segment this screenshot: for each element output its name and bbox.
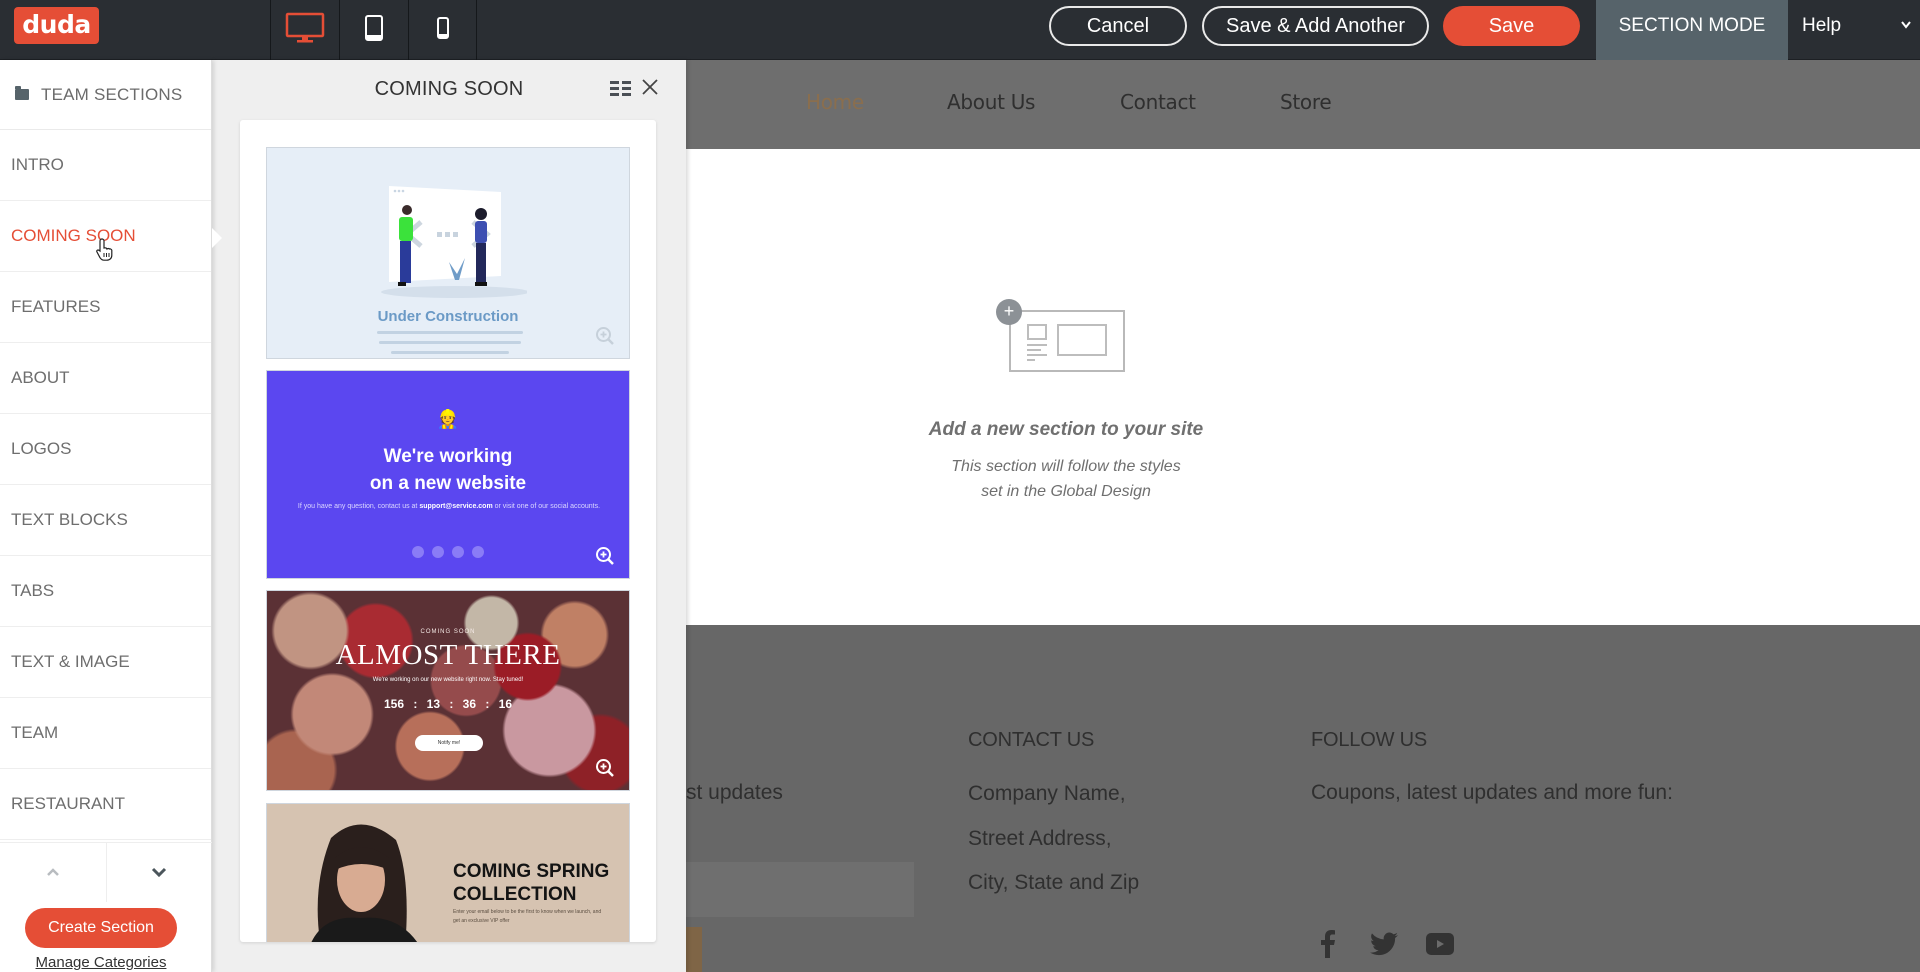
device-switcher (270, 0, 477, 60)
section-thumbnail[interactable]: Under Construction (266, 147, 630, 359)
thumbnail-title: ALMOST THERE (335, 639, 561, 671)
site-navigation: Home About Us Contact Store (686, 60, 1920, 149)
thumbnail-title-line: COMING SPRING (453, 861, 610, 882)
nav-link-home[interactable]: Home (806, 90, 864, 114)
add-section-subtitle-line: set in the Global Design (981, 483, 1151, 500)
save-and-add-another-button[interactable]: Save & Add Another (1202, 6, 1429, 46)
sidebar-item-features[interactable]: FEATURES (0, 272, 211, 343)
add-section-title: Add a new section to your site (928, 419, 1204, 440)
under-construction-illustration (381, 186, 527, 298)
folder-icon (15, 86, 29, 100)
help-menu[interactable]: Help (1788, 0, 1920, 60)
facebook-icon[interactable] (1310, 926, 1346, 962)
save-button[interactable]: Save (1443, 6, 1580, 46)
add-section-subtitle: This section will follow the styles set … (896, 454, 1236, 504)
linkedin-icon (472, 546, 484, 558)
cancel-button[interactable]: Cancel (1049, 6, 1187, 46)
newsletter-email-input[interactable] (686, 862, 914, 917)
thumbnail-title: COMING SPRING COLLECTION (453, 860, 609, 906)
close-icon[interactable] (640, 77, 660, 97)
create-section-button[interactable]: Create Section (25, 908, 177, 948)
section-thumbnail[interactable]: 👷 We're working on a new website If you … (266, 370, 630, 579)
follow-us-text: Coupons, latest updates and more fun: (1311, 781, 1673, 804)
social-dots (267, 546, 629, 558)
zoom-in-icon[interactable] (595, 546, 615, 566)
list-view-icon[interactable] (610, 80, 632, 96)
nav-link-about-us[interactable]: About Us (947, 90, 1035, 114)
sidebar-item-team[interactable]: TEAM (0, 698, 211, 769)
youtube-icon (432, 546, 444, 558)
hand-cursor-icon (96, 237, 114, 267)
facebook-icon (412, 546, 424, 558)
sidebar-item-restaurant[interactable]: RESTAURANT (0, 769, 211, 840)
category-scroll-controls (0, 842, 212, 902)
sidebar-item-text-and-image[interactable]: TEXT & IMAGE (0, 627, 211, 698)
device-tab-desktop[interactable] (270, 0, 339, 60)
manage-categories-link[interactable]: Manage Categories (0, 954, 202, 971)
chevron-up-icon (45, 864, 61, 882)
follow-us-heading: FOLLOW US (1311, 729, 1427, 751)
countdown-timer: 156 : 13 : 36 : 16 (383, 697, 513, 711)
notify-me-button: Notify me! (415, 735, 483, 751)
sidebar-item-about[interactable]: ABOUT (0, 343, 211, 414)
nav-link-store[interactable]: Store (1280, 90, 1332, 114)
add-new-section-placeholder[interactable]: + Add a new section to your site This se… (686, 149, 1920, 625)
thumbnail-kicker: COMING SOON (420, 629, 476, 635)
sidebar-item-intro[interactable]: INTRO (0, 130, 211, 201)
scroll-up-button[interactable] (0, 843, 107, 902)
sections-panel: COMING SOON Under Construction 👷 We're w… (212, 60, 686, 972)
thumbnail-body: We're working on our new website right n… (372, 677, 524, 683)
contact-line: City, State and Zip (968, 871, 1140, 894)
social-links (1310, 926, 1458, 962)
desktop-icon (285, 12, 325, 49)
section-thumbnail-list[interactable]: Under Construction 👷 We're working on a … (240, 120, 656, 942)
duda-logo[interactable]: duda (14, 7, 99, 44)
scroll-down-button[interactable] (107, 843, 213, 902)
chevron-down-icon (151, 864, 167, 882)
thumbnail-title-line: on a new website (369, 473, 527, 494)
active-category-pointer (212, 228, 222, 248)
mobile-icon (436, 16, 450, 45)
worker-emoji: 👷 (436, 409, 460, 429)
instagram-icon (452, 546, 464, 558)
section-categories-sidebar: TEAM SECTIONS INTRO COMING SOON FEATURES… (0, 60, 212, 972)
section-thumbnail[interactable]: COMING SPRING COLLECTION Enter your emai… (266, 803, 630, 942)
category-group-label: TEAM SECTIONS (41, 84, 183, 104)
top-toolbar: duda Cancel Save & Add Another Save SECT… (0, 0, 1920, 60)
thumbnail-title: We're working on a new website (267, 443, 629, 497)
thumbnail-body: Enter your email below to be the first t… (453, 909, 602, 924)
category-group-header[interactable]: TEAM SECTIONS (0, 60, 211, 130)
sidebar-item-logos[interactable]: LOGOS (0, 414, 211, 485)
twitter-icon[interactable] (1366, 926, 1402, 962)
thumbnail-title-line: We're working (383, 446, 513, 467)
add-section-subtitle-line: This section will follow the styles (951, 458, 1181, 475)
device-tab-mobile[interactable] (408, 0, 477, 60)
sidebar-item-tabs[interactable]: TABS (0, 556, 211, 627)
model-photo (311, 824, 418, 942)
tablet-icon (364, 14, 384, 47)
site-footer: st updates CONTACT US Company Name, Stre… (686, 625, 1920, 972)
nav-link-contact[interactable]: Contact (1120, 90, 1196, 114)
sidebar-item-coming-soon[interactable]: COMING SOON (0, 201, 211, 272)
device-tab-tablet[interactable] (339, 0, 408, 60)
sidebar-item-label: COMING SOON (11, 226, 136, 245)
newsletter-text: st updates (686, 781, 783, 804)
thumbnail-title: Under Construction (377, 308, 519, 325)
youtube-icon[interactable] (1422, 926, 1458, 962)
section-mode-label: SECTION MODE (1596, 0, 1788, 60)
help-label: Help (1802, 15, 1842, 36)
contact-line: Company Name, (968, 782, 1126, 805)
site-preview: Home About Us Contact Store + Add a new … (686, 60, 1920, 972)
sidebar-item-text-blocks[interactable]: TEXT BLOCKS (0, 485, 211, 556)
section-thumbnail[interactable]: COMING SOON ALMOST THERE We're working o… (266, 590, 630, 791)
zoom-in-icon[interactable] (595, 758, 615, 778)
contact-us-heading: CONTACT US (968, 729, 1095, 751)
thumbnail-body: If you have any question, contact us at … (297, 503, 601, 510)
contact-line: Street Address, (968, 827, 1112, 850)
newsletter-submit-button[interactable] (686, 927, 702, 972)
zoom-in-icon[interactable] (595, 326, 615, 346)
thumbnail-title-line: COLLECTION (453, 884, 577, 905)
